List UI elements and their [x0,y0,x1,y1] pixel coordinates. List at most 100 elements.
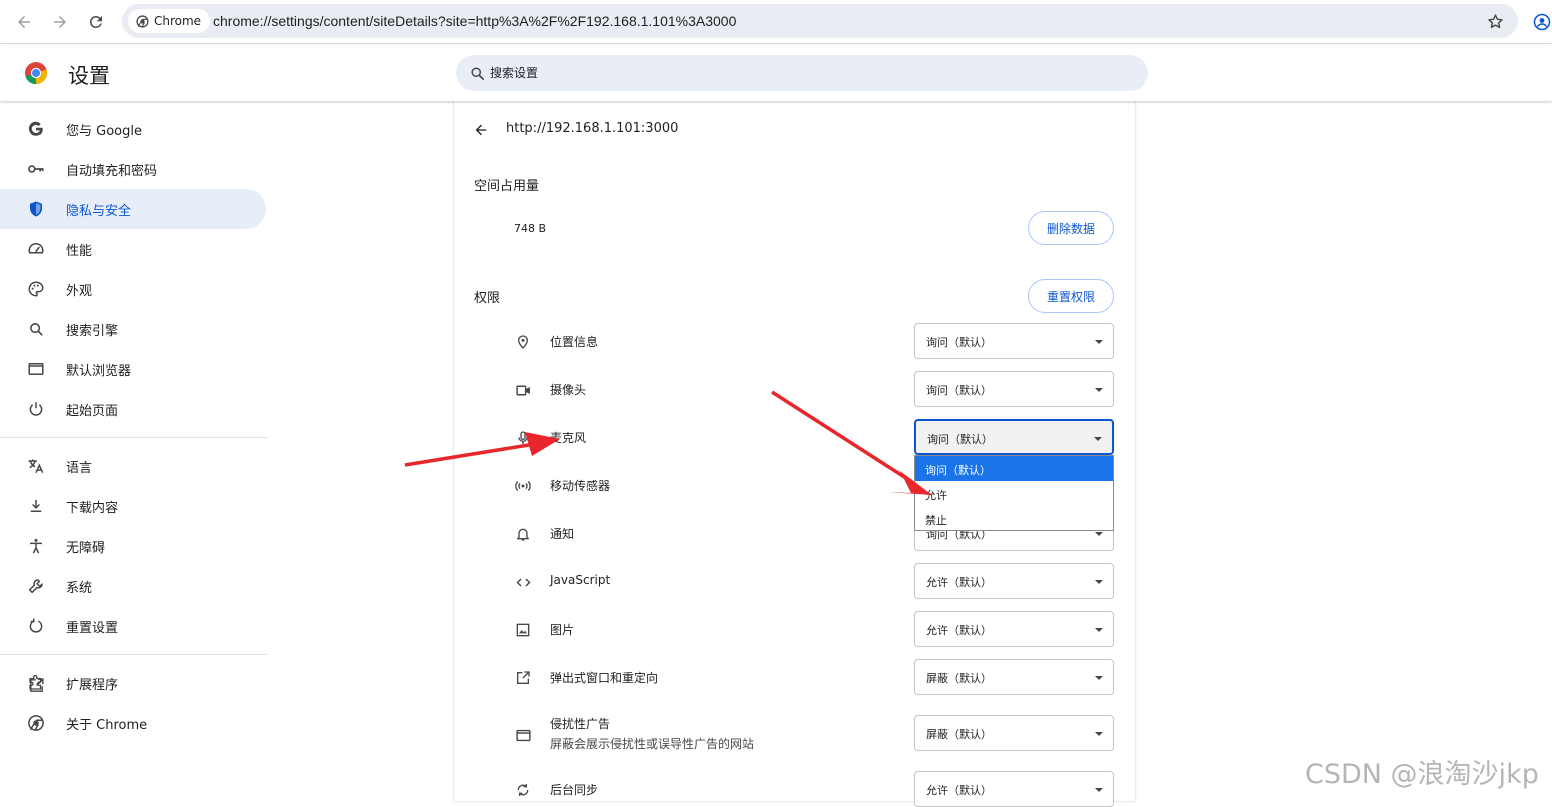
sidebar-item-reset-settings[interactable]: 重置设置 [0,606,266,646]
chrome-icon [25,712,47,734]
sidebar-item-languages[interactable]: 语言 [0,446,266,486]
caret-down-icon [1095,788,1103,792]
code-icon [513,572,533,592]
open-in-new-icon [513,668,533,688]
caret-down-icon [1095,340,1103,344]
sidebar-item-label: 重置设置 [66,620,119,636]
permission-label: 后台同步 [550,783,599,797]
permission-label: 麦克风 [550,431,587,445]
open-in-new-icon[interactable] [25,674,47,696]
permission-select-javascript[interactable]: 允许（默认） [914,563,1114,599]
watermark-text: CSDN @浪淘沙jkp [1305,759,1539,790]
permission-label: JavaScript [550,573,611,587]
reload-icon[interactable] [82,8,110,36]
permission-select-microphone[interactable]: 询问（默认） [914,419,1114,455]
select-value: 屏蔽（默认） [926,672,992,685]
sidebar-item-you-and-google[interactable]: 您与 Google [0,109,266,149]
shield-icon [25,198,47,220]
permission-sublabel: 屏蔽会展示侵扰性或误导性广告的网站 [550,737,755,751]
sidebar-divider [0,654,268,655]
back-arrow-icon[interactable] [10,8,38,36]
key-icon [25,158,47,180]
permission-label: 图片 [550,623,575,637]
address-bar[interactable]: Chrome chrome://settings/content/siteDet… [122,4,1518,38]
dropdown-option-block[interactable]: 禁止 [915,506,1113,531]
caret-down-icon [1095,628,1103,632]
sidebar-item-extensions[interactable]: 扩展程序 [0,663,266,703]
sidebar-item-label: 关于 Chrome [66,717,148,733]
sidebar-item-accessibility[interactable]: 无障碍 [0,526,266,566]
delete-data-button[interactable]: 删除数据 [1028,211,1114,245]
settings-header: 设置 [0,45,1552,101]
permission-select-location[interactable]: 询问（默认） [914,323,1114,359]
permission-select-intrusive-ads[interactable]: 屏蔽（默认） [914,715,1114,751]
sidebar-item-label: 外观 [66,283,93,299]
settings-sidebar: 您与 Google 自动填充和密码 隐私与安全 性能 外观 搜索引擎 默认浏览器… [0,101,270,796]
sidebar-item-label: 隐私与安全 [66,203,132,219]
select-value: 允许（默认） [926,576,992,589]
usage-value: 748 B [514,222,547,235]
permission-select-popups[interactable]: 屏蔽（默认） [914,659,1114,695]
permission-row-popups: 弹出式窗口和重定向 屏蔽（默认） [454,659,1135,695]
profile-avatar-icon[interactable] [1532,12,1552,32]
permission-select-background-sync[interactable]: 允许（默认） [914,771,1114,807]
dropdown-option-allow[interactable]: 允许 [915,481,1113,506]
sidebar-item-label: 性能 [66,243,93,259]
search-icon [468,64,486,82]
permissions-section-label: 权限 [474,291,501,306]
palette-icon [25,278,47,300]
permission-row-javascript: JavaScript 允许（默认） [454,563,1135,599]
caret-down-icon [1095,388,1103,392]
sidebar-item-autofill[interactable]: 自动填充和密码 [0,149,266,189]
caret-down-icon [1094,437,1102,441]
permission-row-background-sync: 后台同步 允许（默认） [454,771,1135,807]
sidebar-item-label: 无障碍 [66,540,106,556]
reset-permissions-button[interactable]: 重置权限 [1028,279,1114,313]
dropdown-option-ask[interactable]: 询问（默认） [915,456,1113,481]
sidebar-item-label: 系统 [66,580,93,596]
sidebar-item-search-engine[interactable]: 搜索引擎 [0,309,266,349]
site-origin-title: http://192.168.1.101:3000 [506,121,679,136]
browser-window-icon [25,358,47,380]
sidebar-item-label: 语言 [66,460,93,476]
sidebar-item-default-browser[interactable]: 默认浏览器 [0,349,266,389]
page-title: 设置 [68,64,110,88]
permission-label: 通知 [550,527,575,541]
image-icon [513,620,533,640]
sidebar-item-privacy-security[interactable]: 隐私与安全 [0,189,266,229]
permission-row-images: 图片 允许（默认） [454,611,1135,647]
sidebar-item-label: 您与 Google [66,123,142,139]
wrench-icon [25,575,47,597]
url-text[interactable]: chrome://settings/content/siteDetails?si… [213,13,736,29]
google-g-icon [25,118,47,140]
sidebar-item-system[interactable]: 系统 [0,566,266,606]
select-value: 询问（默认） [927,433,993,446]
sync-icon [513,780,533,800]
caret-down-icon [1095,532,1103,536]
search-input[interactable] [490,63,1090,83]
forward-arrow-icon[interactable] [46,8,74,36]
permission-select-camera[interactable]: 询问（默认） [914,371,1114,407]
permission-select-images[interactable]: 允许（默认） [914,611,1114,647]
speedometer-icon [25,238,47,260]
permission-label: 位置信息 [550,335,599,349]
bookmark-star-icon[interactable] [1486,12,1504,30]
caret-down-icon [1095,732,1103,736]
microphone-icon [513,428,533,448]
permission-label: 弹出式窗口和重定向 [550,671,659,685]
sidebar-item-label: 自动填充和密码 [66,163,158,179]
sidebar-item-downloads[interactable]: 下载内容 [0,486,266,526]
sidebar-item-about-chrome[interactable]: 关于 Chrome [0,703,266,743]
chip-label: Chrome [154,14,202,28]
sidebar-item-appearance[interactable]: 外观 [0,269,266,309]
permission-label: 摄像头 [550,383,587,397]
sidebar-divider [0,437,268,438]
chrome-logo-icon [24,61,48,85]
sidebar-item-performance[interactable]: 性能 [0,229,266,269]
search-icon [25,318,47,340]
sidebar-item-on-startup[interactable]: 起始页面 [0,389,266,429]
settings-search-box[interactable] [456,55,1148,91]
reset-icon [25,615,47,637]
chrome-page-chip[interactable]: Chrome [128,9,211,33]
back-arrow-icon[interactable] [470,119,492,141]
